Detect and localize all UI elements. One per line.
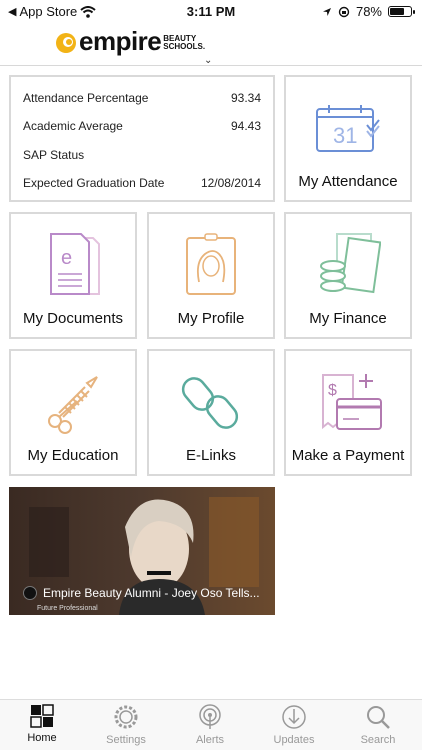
tab-label: Settings: [106, 734, 146, 746]
tile-label: Make a Payment: [291, 447, 405, 464]
comb-scissors-icon: [48, 376, 98, 434]
search-icon: [367, 706, 390, 729]
logo-sub-schools: SCHOOLS.: [163, 42, 206, 51]
info-label: Academic Average: [23, 119, 123, 133]
tab-settings[interactable]: Settings: [84, 704, 168, 746]
document-icon: e: [50, 233, 100, 295]
info-label: Attendance Percentage: [23, 91, 149, 105]
document-letter: e: [61, 247, 72, 269]
tile-label: My Attendance: [298, 173, 398, 190]
tile-label: My Education: [27, 447, 119, 464]
tile-my-profile[interactable]: My Profile: [147, 212, 275, 339]
calendar-day: 31: [333, 123, 357, 148]
battery-percent: 78%: [355, 4, 382, 19]
logo-mark-icon: [56, 33, 76, 53]
info-row-graduation-date: Expected Graduation Date 12/08/2014: [23, 176, 261, 190]
tile-make-a-payment[interactable]: $ Make a Payment: [284, 349, 412, 476]
download-icon: [282, 705, 306, 729]
calendar-icon: 31: [316, 105, 380, 152]
tab-search[interactable]: Search: [336, 704, 420, 746]
video-channel-icon: [23, 586, 37, 600]
info-value: 12/08/2014: [200, 176, 261, 190]
video-caption: Empire Beauty Alumni - Joey Oso Tells...: [9, 583, 275, 603]
tile-my-finance[interactable]: My Finance: [284, 212, 412, 339]
money-icon: [320, 233, 381, 294]
tile-e-links[interactable]: E-Links: [147, 349, 275, 476]
tab-updates[interactable]: Updates: [252, 704, 336, 746]
info-label: SAP Status: [23, 148, 85, 162]
rotation-lock-icon: [338, 6, 350, 17]
chain-link-icon: [181, 377, 239, 429]
tile-label: My Documents: [22, 310, 124, 327]
receipt-symbol: $: [328, 382, 337, 399]
battery-icon: [388, 6, 415, 17]
tab-label: Alerts: [195, 734, 225, 746]
profile-badge-icon: [186, 233, 236, 295]
tab-home[interactable]: Home: [0, 704, 84, 744]
info-value: 94.43: [230, 119, 261, 133]
tab-label: Updates: [273, 734, 315, 746]
status-bar: ◀ App Store 3:11 PM 78%: [0, 0, 422, 24]
video-subtitle: Future Professional: [37, 605, 98, 612]
tile-my-attendance[interactable]: 31 My Attendance: [284, 75, 412, 202]
tile-my-documents[interactable]: e My Documents: [9, 212, 137, 339]
payment-card-icon: $: [322, 374, 382, 430]
info-row-attendance: Attendance Percentage 93.34: [23, 91, 261, 105]
tab-label: Home: [27, 732, 57, 744]
tile-my-education[interactable]: My Education: [9, 349, 137, 476]
student-summary-panel: Attendance Percentage 93.34 Academic Ave…: [9, 75, 275, 202]
video-thumbnail[interactable]: Empire Beauty Alumni - Joey Oso Tells...…: [9, 487, 275, 615]
video-title: Empire Beauty Alumni - Joey Oso Tells...: [43, 586, 260, 600]
grid-icon: [30, 704, 54, 728]
logo-word: empire: [79, 26, 162, 56]
chevron-down-icon[interactable]: ⌄: [204, 55, 212, 66]
tab-label: Search: [360, 734, 396, 746]
tab-alerts[interactable]: Alerts: [168, 704, 252, 746]
info-row-academic-average: Academic Average 94.43: [23, 119, 261, 133]
broadcast-icon: [199, 704, 221, 729]
empire-logo: empire BEAUTY SCHOOLS.: [55, 28, 205, 54]
info-value: 93.34: [230, 91, 261, 105]
location-icon: [322, 7, 331, 16]
tile-label: My Profile: [177, 310, 245, 327]
app-header: empire BEAUTY SCHOOLS. ⌄: [0, 24, 422, 66]
tab-bar: Home Settings Alerts Updates Search: [0, 699, 422, 750]
tile-label: My Finance: [309, 310, 387, 327]
tile-label: E-Links: [185, 447, 237, 464]
gear-icon: [114, 705, 138, 729]
info-row-sap-status: SAP Status: [23, 148, 261, 162]
info-label: Expected Graduation Date: [23, 176, 165, 190]
